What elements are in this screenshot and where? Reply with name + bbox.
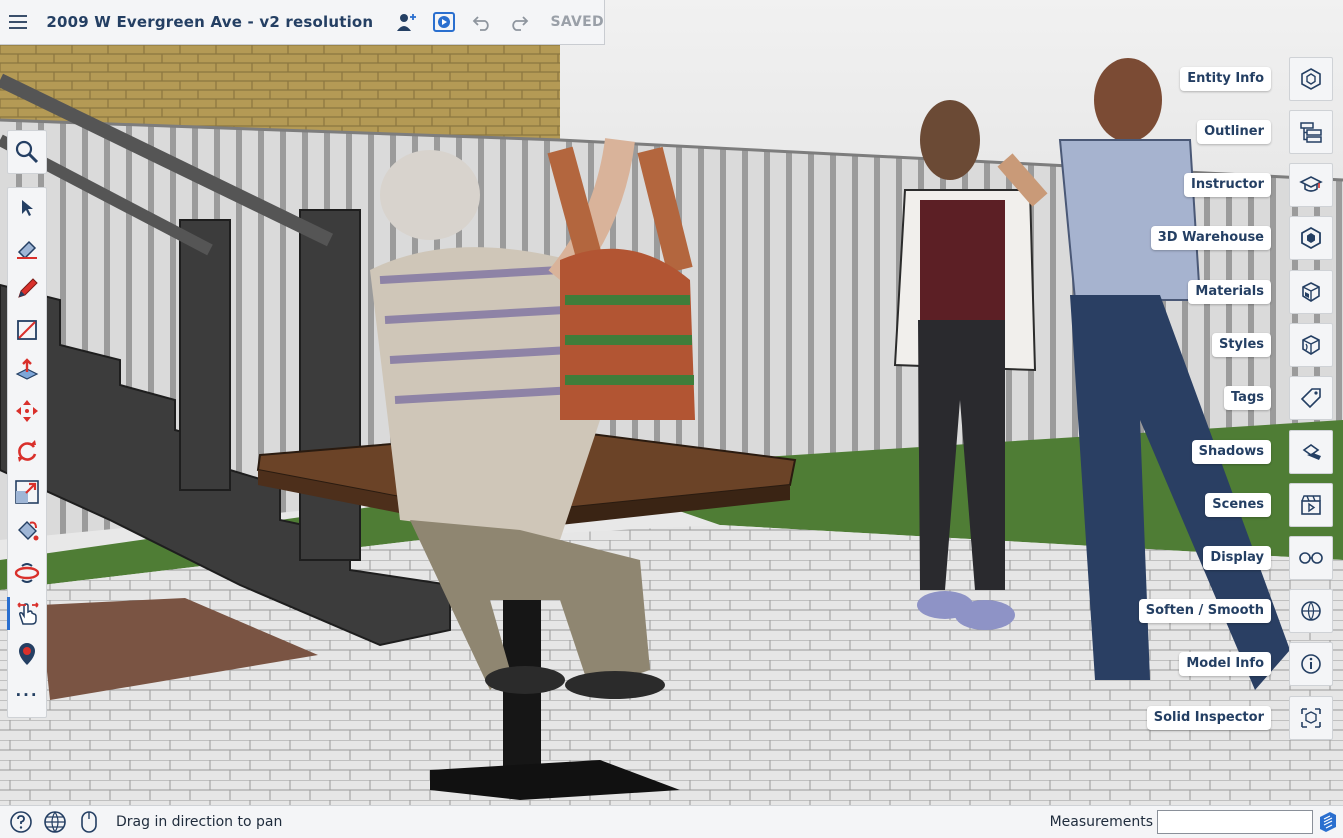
scenes-icon[interactable] xyxy=(1289,483,1333,527)
tray-label-instructor[interactable]: Instructor xyxy=(1184,173,1271,197)
tray-label-3d-warehouse[interactable]: 3D Warehouse xyxy=(1150,226,1271,250)
outliner-icon[interactable] xyxy=(1289,110,1333,154)
add-collaborator-icon[interactable] xyxy=(393,5,420,39)
status-bar: Drag in direction to pan Measurements xyxy=(0,805,1343,838)
measurements-input[interactable] xyxy=(1157,810,1313,834)
tray-label-styles[interactable]: Styles xyxy=(1211,333,1271,357)
help-icon[interactable] xyxy=(8,809,34,835)
measurements-label: Measurements xyxy=(1049,814,1153,830)
tags-icon[interactable] xyxy=(1289,376,1333,420)
tray-label-solid-inspector[interactable]: Solid Inspector xyxy=(1146,706,1271,730)
save-status: SAVED xyxy=(550,14,604,30)
scene-render xyxy=(0,0,1343,805)
status-hint: Drag in direction to pan xyxy=(116,814,283,830)
eraser-icon[interactable] xyxy=(8,229,46,270)
shadows-icon[interactable] xyxy=(1289,430,1333,474)
orbit-icon[interactable] xyxy=(8,553,46,594)
select-arrow-icon[interactable] xyxy=(8,188,46,229)
tray-label-soften-smooth[interactable]: Soften / Smooth xyxy=(1138,599,1271,623)
document-title[interactable]: 2009 W Evergreen Ave - v2 resolution xyxy=(46,13,373,31)
tray-label-display[interactable]: Display xyxy=(1203,546,1271,570)
position-camera-icon[interactable] xyxy=(8,634,46,675)
display-glasses-icon[interactable] xyxy=(1289,536,1333,580)
rectangle-icon[interactable] xyxy=(8,310,46,351)
scale-icon[interactable] xyxy=(8,472,46,513)
tray-label-shadows[interactable]: Shadows xyxy=(1191,440,1271,464)
model-viewport[interactable] xyxy=(0,0,1343,805)
menu-icon[interactable] xyxy=(0,0,35,45)
tray-label-outliner[interactable]: Outliner xyxy=(1197,120,1271,144)
globe-icon[interactable] xyxy=(42,809,68,835)
styles-icon[interactable] xyxy=(1289,323,1333,367)
pan-hand-icon[interactable] xyxy=(7,593,46,634)
undo-icon[interactable] xyxy=(468,5,495,39)
rotate-icon[interactable] xyxy=(8,431,46,472)
warehouse-icon[interactable] xyxy=(1289,216,1333,260)
search-icon[interactable] xyxy=(8,131,46,173)
model-info-icon[interactable] xyxy=(1289,642,1333,686)
tray-label-entity-info[interactable]: Entity Info xyxy=(1180,67,1271,91)
more-dots-icon[interactable]: ... xyxy=(8,674,46,715)
tray-label-scenes[interactable]: Scenes xyxy=(1205,493,1271,517)
paint-bucket-icon[interactable] xyxy=(8,512,46,553)
mouse-icon[interactable] xyxy=(76,809,102,835)
push-pull-icon[interactable] xyxy=(8,350,46,391)
present-icon[interactable] xyxy=(431,5,458,39)
more-label: ... xyxy=(15,682,39,701)
entity-info-icon[interactable] xyxy=(1289,57,1333,101)
tray-label-tags[interactable]: Tags xyxy=(1223,386,1271,410)
soften-smooth-icon[interactable] xyxy=(1289,589,1333,633)
sketchup-logo-icon xyxy=(1315,809,1341,835)
search-palette xyxy=(7,130,47,174)
solid-inspector-icon[interactable] xyxy=(1289,696,1333,740)
tool-palette: ... xyxy=(7,187,47,718)
tray-label-model-info[interactable]: Model Info xyxy=(1179,652,1271,676)
move-icon[interactable] xyxy=(8,391,46,432)
instructor-icon[interactable] xyxy=(1289,163,1333,207)
top-toolbar: 2009 W Evergreen Ave - v2 resolution SAV… xyxy=(0,0,605,45)
pencil-icon[interactable] xyxy=(8,269,46,310)
redo-icon[interactable] xyxy=(505,5,532,39)
materials-icon[interactable] xyxy=(1289,270,1333,314)
tray-label-materials[interactable]: Materials xyxy=(1188,280,1271,304)
